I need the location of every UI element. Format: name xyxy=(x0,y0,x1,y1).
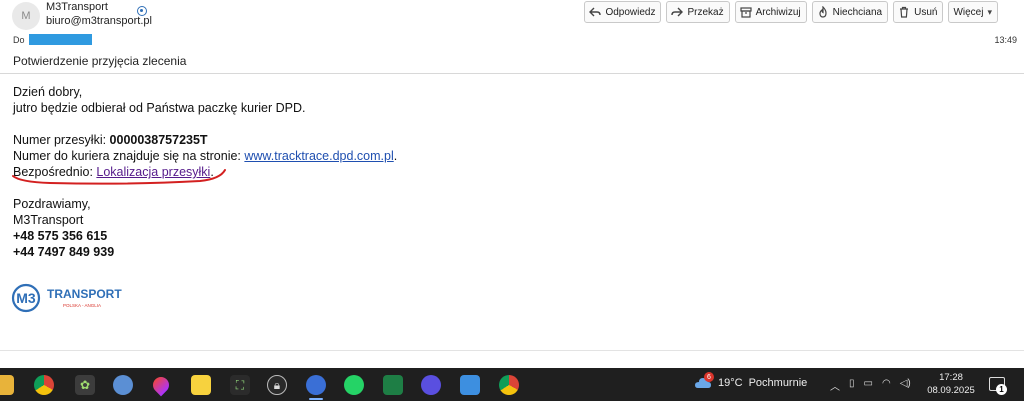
pickup-text: jutro będzie odbierał od Państwa paczkę … xyxy=(13,101,306,115)
forward-icon xyxy=(671,6,684,18)
lock-icon[interactable]: 🔒︎ xyxy=(267,375,287,395)
sender-avatar[interactable]: M xyxy=(12,2,40,30)
phone-pl: +48 575 356 615 xyxy=(13,229,108,243)
to-label: Do xyxy=(13,35,25,45)
courier-suffix: . xyxy=(393,149,398,163)
system-clock[interactable]: 17:28 08.09.2025 xyxy=(926,371,976,397)
temperature-text: 19°C xyxy=(718,377,743,389)
closing-text: Pozdrawiamy, xyxy=(13,197,91,211)
sender-email[interactable]: biuro@m3transport.pl xyxy=(46,15,152,27)
clock-date: 08.09.2025 xyxy=(927,385,975,396)
sticky-notes-icon[interactable] xyxy=(191,375,211,395)
archive-label: Archiwizuj xyxy=(755,6,801,18)
battery-icon[interactable]: ▭ xyxy=(864,378,873,393)
excel-icon[interactable] xyxy=(383,375,403,395)
chrome-icon[interactable] xyxy=(34,375,54,395)
delete-button[interactable]: Usuń xyxy=(893,1,944,23)
message-header: M M3Transport biuro@m3transport.pl Odpow… xyxy=(0,0,1024,72)
drop-icon[interactable] xyxy=(149,373,173,397)
volume-icon[interactable]: ◁) xyxy=(900,378,911,393)
wifi-icon[interactable]: ◠ xyxy=(882,378,891,393)
reply-button[interactable]: Odpowiedz xyxy=(584,1,662,23)
m3-transport-logo: M3 TRANSPORT POLSKA - ANGLIA xyxy=(11,283,122,313)
red-annotation-underline xyxy=(12,169,226,185)
contact-icon[interactable] xyxy=(137,6,147,16)
delete-label: Usuń xyxy=(914,6,938,18)
mail-window: M M3Transport biuro@m3transport.pl Odpow… xyxy=(0,0,1024,368)
recipient-redacted xyxy=(29,34,92,45)
paint-icon[interactable] xyxy=(113,375,133,395)
junk-label: Niechciana xyxy=(832,6,883,18)
phone-uk: +44 7497 849 939 xyxy=(13,245,115,259)
flame-icon xyxy=(817,6,829,18)
junk-button[interactable]: Niechciana xyxy=(811,1,889,23)
tracking-label: Numer przesyłki: xyxy=(13,133,110,147)
logo-mark: M3 xyxy=(16,290,36,306)
logo-tagline: POLSKA - ANGLIA xyxy=(63,303,101,308)
message-toolbar: Odpowiedz Przekaż Archiwizuj Niechciana xyxy=(584,1,998,23)
weather-text: Pochmurnie xyxy=(748,377,808,389)
courier-line: Numer do kuriera znajduje się na stronie… xyxy=(13,148,397,164)
usb-icon[interactable]: ▯ xyxy=(849,378,855,393)
message-time: 13:49 xyxy=(994,35,1017,45)
notification-badge: 1 xyxy=(996,384,1007,395)
active-app-indicator xyxy=(309,398,323,400)
more-label: Więcej xyxy=(953,6,984,18)
reply-icon xyxy=(589,6,602,18)
photos-icon[interactable] xyxy=(460,375,480,395)
courier-label: Numer do kuriera znajduje się na stronie… xyxy=(13,149,245,163)
system-tray: ︿ ▯ ▭ ◠ ◁) xyxy=(830,378,911,393)
tracktrace-link[interactable]: www.tracktrace.dpd.com.pl xyxy=(244,149,393,163)
weather-badge: 6 xyxy=(704,372,714,382)
archive-icon xyxy=(739,6,752,18)
reply-label: Odpowiedz xyxy=(605,6,656,18)
forward-button[interactable]: Przekaż xyxy=(666,1,730,23)
forward-label: Przekaż xyxy=(687,6,724,18)
whatsapp-icon[interactable] xyxy=(344,375,364,395)
messenger-icon[interactable] xyxy=(421,375,441,395)
greeting-text: Dzień dobry, xyxy=(13,85,83,99)
chevron-up-icon[interactable]: ︿ xyxy=(830,378,840,393)
clock-time: 17:28 xyxy=(939,372,963,383)
message-subject: Potwierdzenie przyjęcia zlecenia xyxy=(13,54,187,68)
chrome-profile-icon[interactable] xyxy=(499,375,519,395)
snipping-icon[interactable]: ⛶ xyxy=(230,375,250,395)
tracking-line: Numer przesyłki: 0000038757235T xyxy=(13,132,397,148)
file-explorer-icon[interactable] xyxy=(0,375,14,395)
archive-button[interactable]: Archiwizuj xyxy=(734,1,807,23)
logo-name: TRANSPORT xyxy=(47,287,122,301)
trash-icon xyxy=(898,6,910,18)
sender-name[interactable]: M3Transport xyxy=(46,1,108,13)
header-divider xyxy=(0,73,1024,74)
taskbar: ✿ ⛶ 🔒︎ 6 19°C Pochmurnie ︿ ▯ ▭ ◠ ◁) 17:2… xyxy=(0,368,1024,401)
tracking-number: 0000038757235T xyxy=(109,133,208,147)
chevron-down-icon: ▾ xyxy=(987,6,992,17)
weather-widget[interactable]: 6 19°C Pochmurnie xyxy=(694,372,808,390)
thunderbird-icon[interactable] xyxy=(306,375,326,395)
company-text: M3Transport xyxy=(13,213,84,227)
content-bottom-border xyxy=(0,350,1024,351)
app-icon[interactable]: ✿ xyxy=(75,375,95,395)
more-button[interactable]: Więcej ▾ xyxy=(948,1,998,23)
